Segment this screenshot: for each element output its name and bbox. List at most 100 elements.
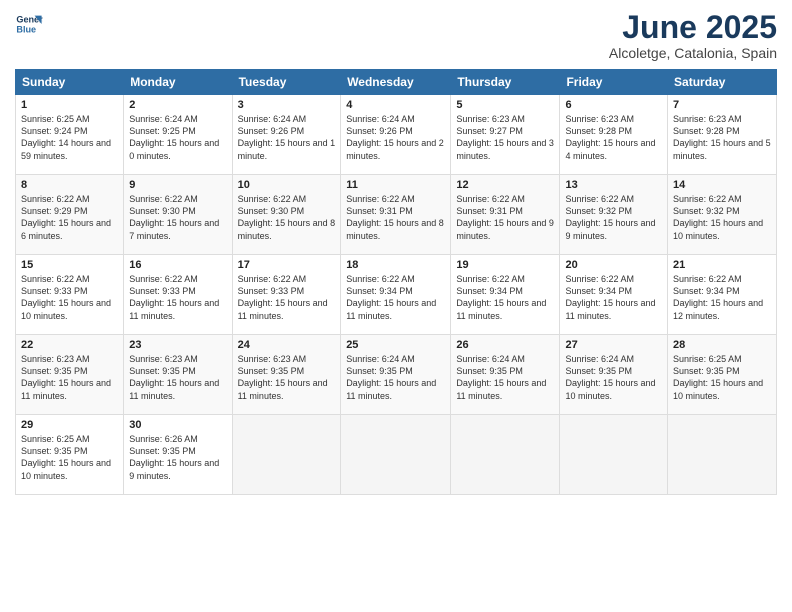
table-row: 19 Sunrise: 6:22 AMSunset: 9:34 PMDayligh…	[451, 255, 560, 335]
calendar-week-row: 1 Sunrise: 6:25 AMSunset: 9:24 PMDaylight…	[16, 95, 777, 175]
table-row	[560, 415, 668, 495]
table-row: 11Sunrise: 6:22 AMSunset: 9:31 PMDayligh…	[341, 175, 451, 255]
day-info: Sunrise: 6:25 AMSunset: 9:24 PMDaylight:…	[21, 113, 118, 162]
day-number: 19	[456, 259, 554, 271]
day-info: Sunrise: 6:24 AMSunset: 9:25 PMDaylight:…	[129, 113, 226, 162]
table-row: 7 Sunrise: 6:23 AMSunset: 9:28 PMDaylight…	[668, 95, 777, 175]
svg-text:Blue: Blue	[16, 24, 36, 34]
day-number: 21	[673, 259, 771, 271]
day-number: 12	[456, 179, 554, 191]
day-number: 8	[21, 179, 118, 191]
day-number: 18	[346, 259, 445, 271]
calendar-header-row: Sunday Monday Tuesday Wednesday Thursday…	[16, 70, 777, 95]
table-row: 13 Sunrise: 6:22 AMSunset: 9:32 PMDayligh…	[560, 175, 668, 255]
day-number: 2	[129, 99, 226, 111]
table-row	[341, 415, 451, 495]
table-row: 24 Sunrise: 6:23 AMSunset: 9:35 PMDayligh…	[232, 335, 341, 415]
table-row	[668, 415, 777, 495]
col-saturday: Saturday	[668, 70, 777, 95]
header: General Blue June 2025 Alcoletge, Catalo…	[15, 10, 777, 61]
day-info: Sunrise: 6:24 AMSunset: 9:35 PMDaylight:…	[565, 353, 662, 402]
day-info: Sunrise: 6:22 AMSunset: 9:30 PMDaylight:…	[238, 193, 336, 242]
calendar-week-row: 29 Sunrise: 6:25 AMSunset: 9:35 PMDayligh…	[16, 415, 777, 495]
day-info: Sunrise: 6:22 AMSunset: 9:32 PMDaylight:…	[565, 193, 662, 242]
day-info: Sunrise: 6:22 AMSunset: 9:32 PMDaylight:…	[673, 193, 771, 242]
day-number: 20	[565, 259, 662, 271]
table-row: 30 Sunrise: 6:26 AMSunset: 9:35 PMDayligh…	[124, 415, 232, 495]
logo: General Blue	[15, 10, 43, 38]
day-number: 17	[238, 259, 336, 271]
day-number: 13	[565, 179, 662, 191]
day-number: 6	[565, 99, 662, 111]
day-info: Sunrise: 6:26 AMSunset: 9:35 PMDaylight:…	[129, 433, 226, 482]
day-info: Sunrise: 6:22 AMSunset: 9:33 PMDaylight:…	[21, 273, 118, 322]
table-row: 9 Sunrise: 6:22 AMSunset: 9:30 PMDaylight…	[124, 175, 232, 255]
day-info: Sunrise: 6:22 AMSunset: 9:33 PMDaylight:…	[238, 273, 336, 322]
day-info: Sunrise: 6:22 AMSunset: 9:29 PMDaylight:…	[21, 193, 118, 242]
table-row: 26 Sunrise: 6:24 AMSunset: 9:35 PMDayligh…	[451, 335, 560, 415]
day-number: 24	[238, 339, 336, 351]
table-row: 18Sunrise: 6:22 AMSunset: 9:34 PMDayligh…	[341, 255, 451, 335]
day-number: 7	[673, 99, 771, 111]
page: General Blue June 2025 Alcoletge, Catalo…	[0, 0, 792, 612]
table-row: 21 Sunrise: 6:22 AMSunset: 9:34 PMDayligh…	[668, 255, 777, 335]
day-number: 10	[238, 179, 336, 191]
day-info: Sunrise: 6:24 AMSunset: 9:26 PMDaylight:…	[238, 113, 336, 162]
day-number: 30	[129, 419, 226, 431]
table-row: 2 Sunrise: 6:24 AMSunset: 9:25 PMDaylight…	[124, 95, 232, 175]
calendar-week-row: 15 Sunrise: 6:22 AMSunset: 9:33 PMDayligh…	[16, 255, 777, 335]
day-info: Sunrise: 6:25 AMSunset: 9:35 PMDaylight:…	[21, 433, 118, 482]
day-info: Sunrise: 6:24 AMSunset: 9:35 PMDaylight:…	[346, 353, 445, 402]
logo-icon: General Blue	[15, 10, 43, 38]
day-info: Sunrise: 6:24 AMSunset: 9:26 PMDaylight:…	[346, 113, 445, 162]
day-info: Sunrise: 6:22 AMSunset: 9:34 PMDaylight:…	[673, 273, 771, 322]
day-info: Sunrise: 6:22 AMSunset: 9:33 PMDaylight:…	[129, 273, 226, 322]
table-row: 4Sunrise: 6:24 AMSunset: 9:26 PMDaylight…	[341, 95, 451, 175]
day-info: Sunrise: 6:23 AMSunset: 9:28 PMDaylight:…	[673, 113, 771, 162]
title-block: June 2025 Alcoletge, Catalonia, Spain	[609, 10, 777, 61]
day-number: 16	[129, 259, 226, 271]
col-thursday: Thursday	[451, 70, 560, 95]
day-number: 11	[346, 179, 445, 191]
day-number: 29	[21, 419, 118, 431]
main-title: June 2025	[609, 10, 777, 45]
day-number: 5	[456, 99, 554, 111]
table-row: 6Sunrise: 6:23 AMSunset: 9:28 PMDaylight…	[560, 95, 668, 175]
day-number: 9	[129, 179, 226, 191]
col-friday: Friday	[560, 70, 668, 95]
table-row: 5Sunrise: 6:23 AMSunset: 9:27 PMDaylight…	[451, 95, 560, 175]
day-info: Sunrise: 6:23 AMSunset: 9:35 PMDaylight:…	[129, 353, 226, 402]
day-info: Sunrise: 6:23 AMSunset: 9:35 PMDaylight:…	[238, 353, 336, 402]
day-number: 25	[346, 339, 445, 351]
col-tuesday: Tuesday	[232, 70, 341, 95]
table-row: 14 Sunrise: 6:22 AMSunset: 9:32 PMDayligh…	[668, 175, 777, 255]
day-info: Sunrise: 6:25 AMSunset: 9:35 PMDaylight:…	[673, 353, 771, 402]
subtitle: Alcoletge, Catalonia, Spain	[609, 45, 777, 61]
day-number: 23	[129, 339, 226, 351]
day-number: 14	[673, 179, 771, 191]
calendar-week-row: 22Sunrise: 6:23 AMSunset: 9:35 PMDayligh…	[16, 335, 777, 415]
table-row: 10 Sunrise: 6:22 AMSunset: 9:30 PMDayligh…	[232, 175, 341, 255]
table-row: 29 Sunrise: 6:25 AMSunset: 9:35 PMDayligh…	[16, 415, 124, 495]
table-row: 15 Sunrise: 6:22 AMSunset: 9:33 PMDayligh…	[16, 255, 124, 335]
day-info: Sunrise: 6:22 AMSunset: 9:31 PMDaylight:…	[456, 193, 554, 242]
day-number: 26	[456, 339, 554, 351]
table-row: 3Sunrise: 6:24 AMSunset: 9:26 PMDaylight…	[232, 95, 341, 175]
table-row: 12 Sunrise: 6:22 AMSunset: 9:31 PMDayligh…	[451, 175, 560, 255]
day-info: Sunrise: 6:22 AMSunset: 9:30 PMDaylight:…	[129, 193, 226, 242]
table-row: 25 Sunrise: 6:24 AMSunset: 9:35 PMDayligh…	[341, 335, 451, 415]
day-info: Sunrise: 6:23 AMSunset: 9:35 PMDaylight:…	[21, 353, 118, 402]
table-row: 23 Sunrise: 6:23 AMSunset: 9:35 PMDayligh…	[124, 335, 232, 415]
col-wednesday: Wednesday	[341, 70, 451, 95]
day-number: 15	[21, 259, 118, 271]
calendar-table: Sunday Monday Tuesday Wednesday Thursday…	[15, 69, 777, 495]
table-row: 20Sunrise: 6:22 AMSunset: 9:34 PMDayligh…	[560, 255, 668, 335]
table-row	[451, 415, 560, 495]
col-sunday: Sunday	[16, 70, 124, 95]
col-monday: Monday	[124, 70, 232, 95]
calendar-week-row: 8 Sunrise: 6:22 AMSunset: 9:29 PMDaylight…	[16, 175, 777, 255]
day-info: Sunrise: 6:24 AMSunset: 9:35 PMDaylight:…	[456, 353, 554, 402]
day-number: 1	[21, 99, 118, 111]
day-info: Sunrise: 6:22 AMSunset: 9:34 PMDaylight:…	[456, 273, 554, 322]
table-row: 8 Sunrise: 6:22 AMSunset: 9:29 PMDaylight…	[16, 175, 124, 255]
